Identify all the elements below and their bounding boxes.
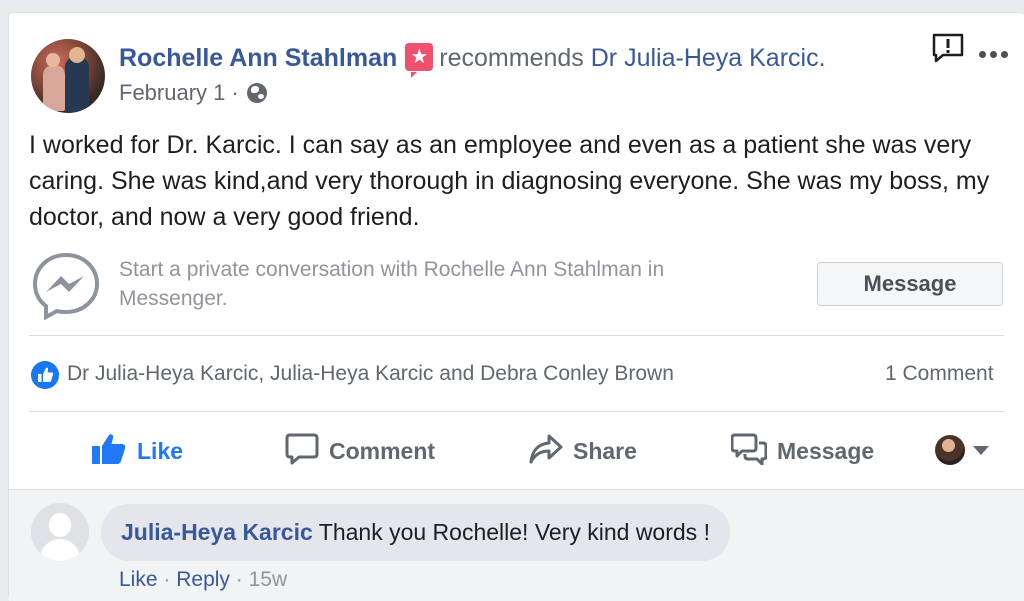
page-name-link[interactable]: Dr Julia-Heya Karcic.	[591, 44, 826, 72]
comment-button[interactable]: Comment	[285, 431, 435, 471]
globe-icon[interactable]	[246, 83, 267, 103]
thumbs-up-icon	[92, 434, 126, 464]
more-options-icon[interactable]	[979, 45, 1013, 58]
messenger-prompt-text: Start a private conversation with Rochel…	[119, 258, 665, 310]
message-button[interactable]: Message	[817, 262, 1003, 306]
message-action-label: Message	[777, 438, 875, 464]
date-separator: ·	[231, 80, 239, 105]
post-date-line: February 1 ·	[119, 79, 267, 107]
share-button[interactable]: Share	[529, 431, 637, 471]
post-card: Rochelle Ann Stahlman ★ recommends Dr Juli…	[8, 12, 1024, 601]
like-reaction-icon[interactable]	[31, 361, 59, 389]
comment-icon	[285, 433, 319, 465]
recommend-star-icon: ★	[405, 43, 434, 78]
share-icon	[529, 434, 563, 464]
comment-age[interactable]: 15w	[249, 568, 288, 591]
comment-bubble: Julia-Heya Karcic Thank you Rochelle! Ve…	[101, 504, 730, 561]
post-body: I worked for Dr. Karcic. I can say as an…	[29, 131, 990, 231]
like-button[interactable]: Like	[91, 431, 183, 471]
comment-text: Thank you Rochelle! Very kind words !	[318, 519, 710, 545]
author-avatar[interactable]	[31, 39, 105, 113]
separator: ·	[235, 568, 243, 591]
comment-actions: Like · Reply · 15w	[119, 565, 287, 595]
share-label: Share	[573, 438, 637, 464]
comment-like-link[interactable]: Like	[119, 568, 158, 591]
like-label: Like	[137, 438, 184, 464]
chevron-down-icon[interactable]	[973, 446, 989, 455]
author-name[interactable]: Rochelle Ann Stahlman	[119, 44, 397, 72]
message-bubbles-icon	[730, 433, 768, 466]
divider	[29, 335, 1004, 336]
commenter-avatar[interactable]	[31, 503, 89, 561]
comment-label: Comment	[329, 438, 436, 464]
comment-reply-link[interactable]: Reply	[176, 568, 230, 591]
comment-author[interactable]: Julia-Heya Karcic	[121, 519, 313, 545]
post-date[interactable]: February 1	[119, 80, 225, 105]
divider	[29, 411, 1004, 412]
likers-list[interactable]: Dr Julia-Heya Karcic, Julia-Heya Karcic …	[67, 359, 674, 389]
separator: ·	[163, 568, 171, 591]
viewer-avatar[interactable]	[935, 435, 965, 465]
comment-count[interactable]: 1 Comment	[885, 359, 994, 389]
post-header: Rochelle Ann Stahlman ★ recommends Dr Juli…	[119, 42, 826, 78]
recommends-text: recommends	[439, 44, 584, 72]
message-action-button[interactable]: Message	[730, 431, 875, 471]
report-icon[interactable]	[931, 33, 965, 63]
messenger-icon	[32, 252, 100, 321]
